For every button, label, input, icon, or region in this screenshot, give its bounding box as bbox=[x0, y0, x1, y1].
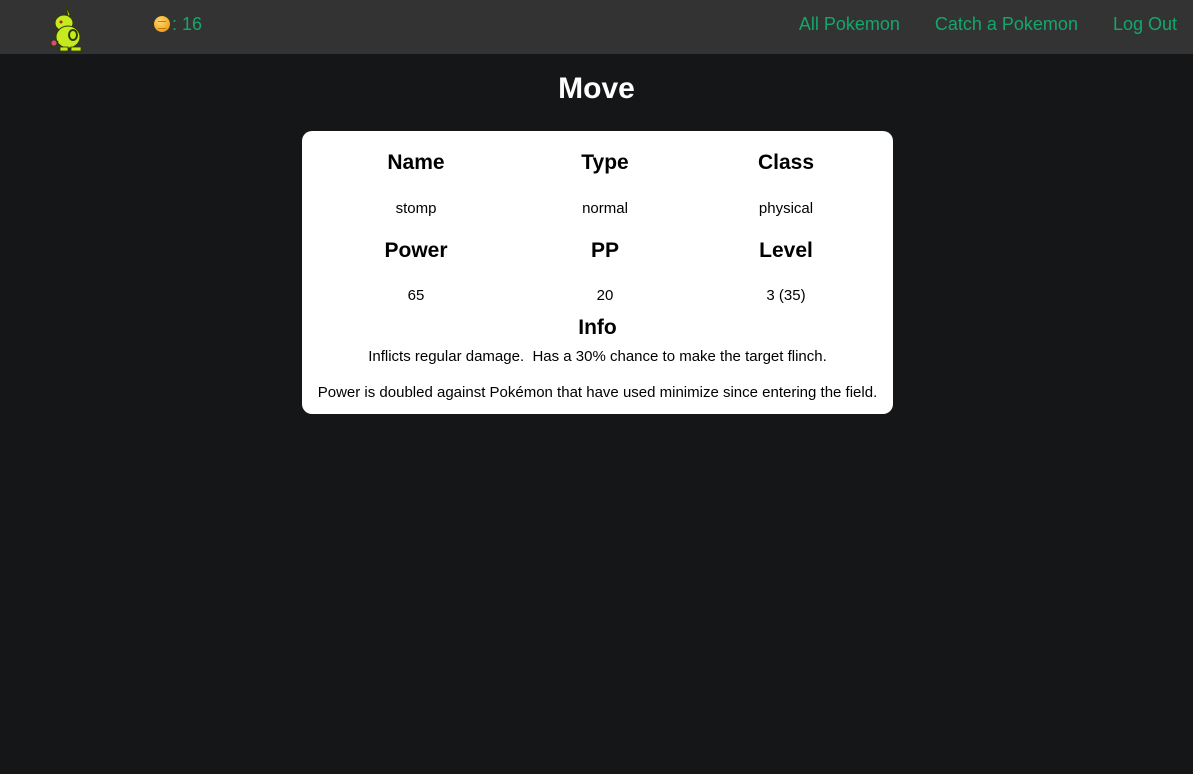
nav-catch-pokemon-link[interactable]: Catch a Pokemon bbox=[935, 14, 1078, 35]
power-heading: Power bbox=[384, 239, 448, 262]
coin-count: : 16 bbox=[172, 13, 203, 34]
nav-links: All Pokemon Catch a Pokemon Log Out bbox=[799, 0, 1193, 48]
pp-heading: PP bbox=[590, 239, 619, 262]
coin-icon bbox=[154, 16, 170, 32]
info-heading: Info bbox=[578, 316, 617, 339]
level-heading: Level bbox=[759, 239, 813, 262]
type-value: normal bbox=[582, 200, 628, 217]
navbar: : 16 All Pokemon Catch a Pokemon Log Out bbox=[0, 0, 1193, 54]
page-title: Move bbox=[558, 72, 635, 105]
coin-balance: : 16 bbox=[154, 14, 202, 34]
name-heading: Name bbox=[387, 151, 445, 174]
type-heading: Type bbox=[581, 151, 629, 174]
pp-value: 20 bbox=[596, 287, 614, 304]
level-value: 3 (35) bbox=[766, 287, 806, 304]
info-text-line: Inflicts regular damage. Has a 30% chanc… bbox=[368, 348, 827, 365]
nav-log-out-link[interactable]: Log Out bbox=[1113, 14, 1177, 35]
class-heading: Class bbox=[757, 151, 815, 174]
info-text-line: Power is doubled against Pokémon that ha… bbox=[317, 384, 878, 401]
name-value: stomp bbox=[395, 200, 437, 217]
class-value: physical bbox=[758, 200, 814, 217]
power-value: 65 bbox=[407, 287, 425, 304]
nav-all-pokemon-link[interactable]: All Pokemon bbox=[799, 14, 900, 35]
pokemon-logo-icon[interactable] bbox=[44, 3, 90, 53]
move-details-card: Name Type Class stomp normal physical Po… bbox=[302, 131, 893, 414]
